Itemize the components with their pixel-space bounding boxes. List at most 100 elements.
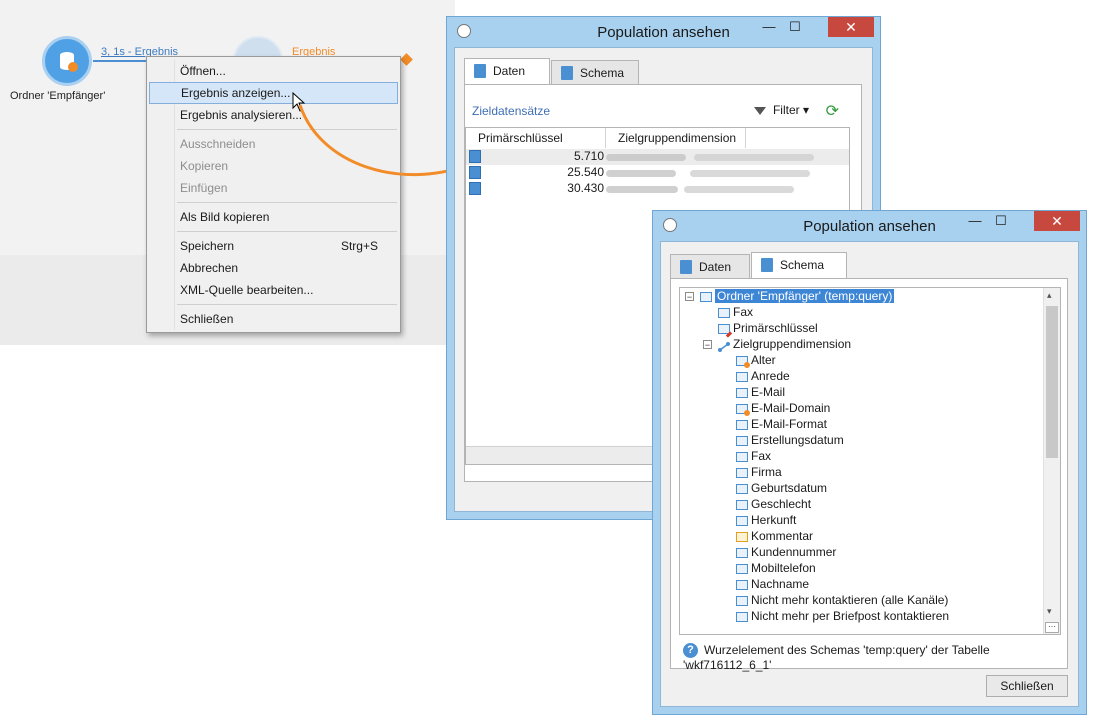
scroll-thumb[interactable] — [1046, 306, 1058, 458]
attribute-icon — [736, 387, 748, 398]
refresh-icon[interactable]: ⟳ — [826, 101, 839, 121]
attribute-icon — [736, 435, 748, 446]
tab-data-label: Daten — [493, 64, 526, 78]
tree-node-label: Nachname — [751, 577, 810, 591]
tree-node-label: Fax — [751, 449, 772, 463]
blurred-cell — [690, 170, 810, 177]
output-connector[interactable] — [400, 53, 413, 66]
help-icon: ? — [683, 643, 698, 659]
tree-node-field[interactable]: E-Mail-Domain — [736, 400, 830, 416]
maximize-button[interactable]: ☐ — [988, 213, 1014, 233]
menu-separator — [177, 231, 397, 232]
tree-node-field[interactable]: Kommentar — [736, 528, 813, 544]
link-icon — [718, 340, 730, 352]
menu-item-save-label: Speichern — [180, 239, 235, 253]
schema-icon — [761, 258, 773, 272]
sql-icon — [474, 64, 486, 78]
tree-node-field[interactable]: Nicht mehr per Briefpost kontaktieren — [736, 608, 949, 624]
menu-item-cancel[interactable]: Abbrechen — [149, 257, 398, 279]
table-row[interactable]: 5.710 — [466, 149, 849, 165]
maximize-button[interactable]: ☐ — [782, 19, 808, 39]
tree-node-fax[interactable]: Fax — [718, 304, 753, 320]
tree-node-label: E-Mail-Domain — [751, 401, 831, 415]
blurred-cell — [694, 154, 814, 161]
attribute-icon — [736, 499, 748, 510]
tree-node-label: Kundennummer — [751, 545, 837, 559]
menu-item-edit-xml[interactable]: XML-Quelle bearbeiten... — [149, 279, 398, 301]
column-header-target-dimension[interactable]: Zielgruppendimension — [606, 128, 746, 148]
tree-node-field[interactable]: E-Mail — [736, 384, 785, 400]
tree-node-field[interactable]: Geburtsdatum — [736, 480, 827, 496]
tree-node-label: E-Mail-Format — [751, 417, 828, 431]
tree-node-field[interactable]: Fax — [736, 448, 771, 464]
attribute-icon — [736, 547, 748, 558]
tree-node-field[interactable]: E-Mail-Format — [736, 416, 827, 432]
more-icon[interactable]: ··· — [1045, 622, 1059, 633]
funnel-icon — [753, 106, 766, 115]
menu-item-open[interactable]: Öffnen... — [149, 60, 398, 82]
tree-node-label: Herkunft — [751, 513, 797, 527]
menu-separator — [177, 304, 397, 305]
tree-node-field[interactable]: Firma — [736, 464, 782, 480]
tab-schema[interactable]: Schema — [551, 60, 639, 84]
tree-node-label: Mobiltelefon — [751, 561, 816, 575]
tab-schema[interactable]: Schema — [751, 252, 847, 278]
record-icon — [469, 166, 481, 179]
database-icon — [60, 52, 78, 72]
minimize-button[interactable]: — — [962, 213, 988, 233]
tree-node-field[interactable]: Geschlecht — [736, 496, 811, 512]
tree-node-label: Zielgruppendimension — [733, 337, 852, 351]
column-header-primary-key[interactable]: Primärschlüssel — [466, 128, 606, 148]
collapse-toggle[interactable]: − — [685, 292, 694, 302]
tree-node-primary-key[interactable]: Primärschlüssel — [718, 320, 818, 336]
query-node[interactable] — [42, 36, 92, 86]
tree-node-label: Geburtsdatum — [751, 481, 828, 495]
tree-node-label: Ordner 'Empfänger' (temp:query) — [715, 289, 895, 303]
dialog-title: Population ansehen — [597, 24, 730, 41]
tab-data[interactable]: Daten — [464, 58, 550, 84]
scroll-down-icon[interactable]: ▾ — [1047, 606, 1052, 617]
menu-item-close[interactable]: Schließen — [149, 308, 398, 330]
close-button[interactable]: Schließen — [986, 675, 1068, 697]
close-window-button[interactable]: ✕ — [1034, 211, 1080, 231]
tree-node-field[interactable]: Kundennummer — [736, 544, 836, 560]
tree-node-field[interactable]: Alter — [736, 352, 776, 368]
tree-node-field[interactable]: Herkunft — [736, 512, 796, 528]
tab-schema-label: Schema — [780, 258, 825, 272]
tree-node-label: Primärschlüssel — [733, 321, 818, 335]
attribute-icon — [736, 611, 748, 622]
table-row[interactable]: 30.430 — [466, 181, 849, 197]
tree-node-field[interactable]: Nachname — [736, 576, 809, 592]
save-shortcut: Strg+S — [340, 239, 378, 253]
attribute-icon — [736, 451, 748, 462]
attribute-icon — [736, 579, 748, 590]
menu-item-save[interactable]: Speichern Strg+S — [149, 235, 398, 257]
scroll-up-icon[interactable]: ▴ — [1047, 290, 1052, 301]
menu-separator — [177, 202, 397, 203]
query-node-label: Ordner 'Empfänger' — [10, 90, 106, 102]
menu-item-copy-as-image[interactable]: Als Bild kopieren — [149, 206, 398, 228]
tree-node-field[interactable]: Mobiltelefon — [736, 560, 816, 576]
tree-node-root[interactable]: Ordner 'Empfänger' (temp:query) — [700, 288, 895, 304]
tree-node-field[interactable]: Anrede — [736, 368, 790, 384]
filter-button[interactable]: Filter ▾ — [753, 103, 809, 117]
primary-key-cell: 30.430 — [567, 181, 604, 195]
primary-key-cell: 25.540 — [567, 165, 604, 179]
attribute-icon — [736, 515, 748, 526]
minimize-button[interactable]: — — [756, 19, 782, 39]
tree-node-label: Geschlecht — [751, 497, 812, 511]
tree-node-label: Fax — [733, 305, 754, 319]
attribute-icon — [718, 307, 730, 318]
tab-schema-label: Schema — [580, 66, 625, 80]
attribute-icon — [736, 371, 748, 382]
collapse-toggle[interactable]: − — [703, 340, 712, 350]
tree-node-label: Kommentar — [751, 529, 814, 543]
tree-node-field[interactable]: Erstellungsdatum — [736, 432, 844, 448]
tab-data[interactable]: Daten — [670, 254, 750, 278]
close-window-button[interactable]: ✕ — [828, 17, 874, 37]
tree-node-dimension[interactable]: Zielgruppendimension — [718, 336, 851, 352]
table-row[interactable]: 25.540 — [466, 165, 849, 181]
tree-node-field[interactable]: Nicht mehr kontaktieren (alle Kanäle) — [736, 592, 948, 608]
vertical-scrollbar[interactable]: ▴ ▾ ··· — [1043, 288, 1060, 634]
dialog-title: Population ansehen — [803, 218, 936, 235]
